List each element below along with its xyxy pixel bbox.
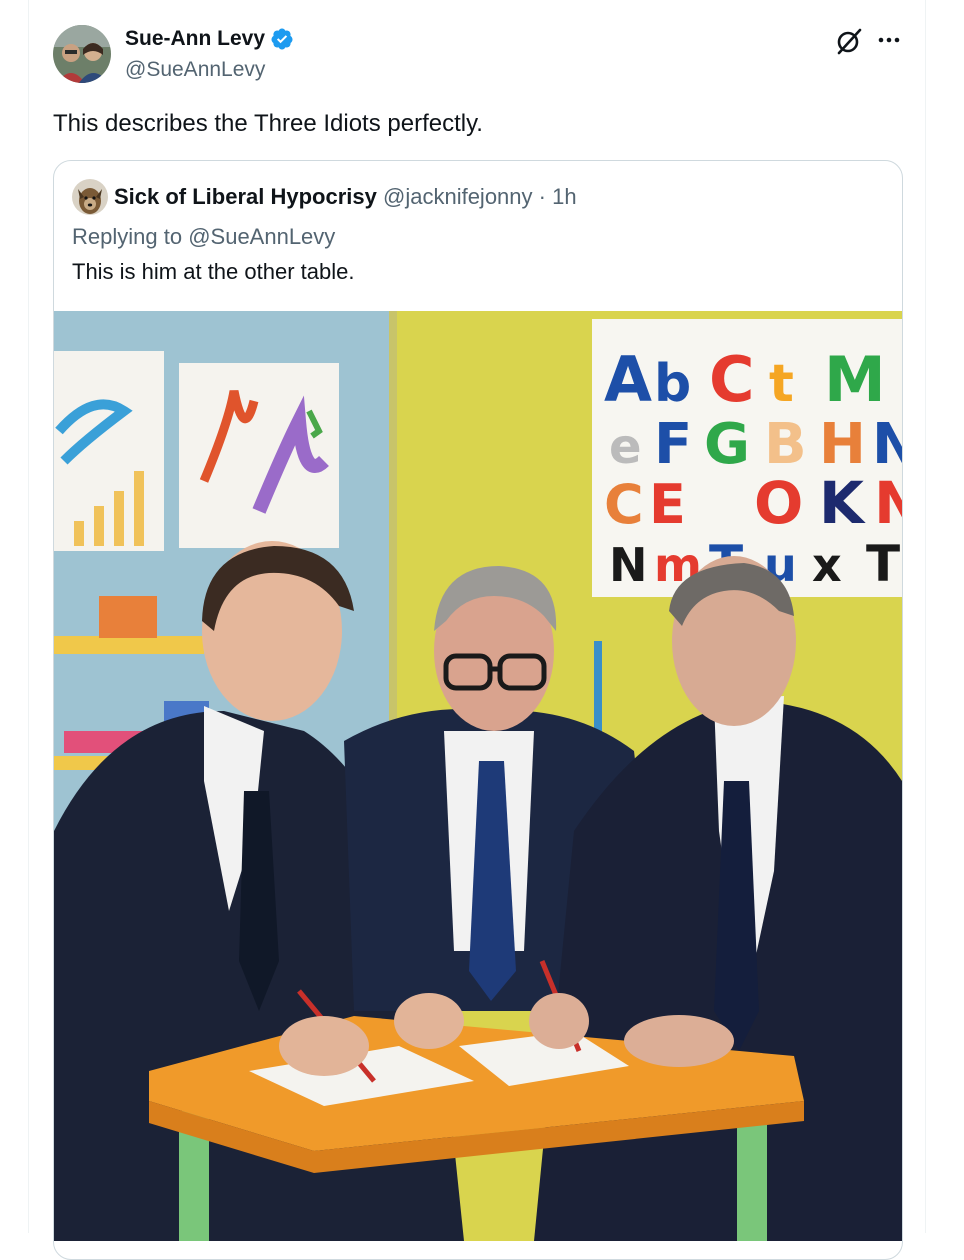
quote-time[interactable]: 1h <box>552 184 576 209</box>
poster-letter: x <box>812 538 842 592</box>
author-name-row: Sue-Ann Levy <box>125 27 294 51</box>
poster-letter: H <box>819 412 866 477</box>
quote-text: This is him at the other table. <box>72 259 355 284</box>
poster-letter: N <box>872 412 902 477</box>
author-handle[interactable]: @SueAnnLevy <box>125 58 265 82</box>
poster-letter: K <box>819 469 866 537</box>
poster-letter: A <box>604 343 652 416</box>
poster-letter: C <box>604 473 644 536</box>
wall-drawing-right <box>179 363 339 548</box>
quote-image[interactable]: A b C t M e F G B H N C E O K N N m T u … <box>54 311 902 1241</box>
poster-letter: t <box>769 354 794 414</box>
poster-letter: E <box>649 473 686 536</box>
wall-drawing-left <box>54 351 164 551</box>
author-avatar[interactable] <box>53 25 111 83</box>
poster-letter: F <box>654 412 692 477</box>
poster-letter: C <box>709 343 755 416</box>
author-display-name[interactable]: Sue-Ann Levy <box>125 27 265 51</box>
quote-separator: · <box>538 184 546 209</box>
poster-letter: e <box>609 419 642 475</box>
replying-to: Replying to @SueAnnLevy <box>72 224 335 250</box>
grok-icon[interactable] <box>835 27 863 55</box>
replying-prefix: Replying to <box>72 224 183 249</box>
quote-header: Sick of Liberal Hypocrisy @jacknifejonny… <box>114 184 577 210</box>
quote-display-name[interactable]: Sick of Liberal Hypocrisy <box>114 184 377 209</box>
poster-letter: b <box>654 354 691 414</box>
quoted-tweet[interactable]: Sick of Liberal Hypocrisy @jacknifejonny… <box>53 160 903 1260</box>
alphabet-poster: A b C t M e F G B H N C E O K N N m T u … <box>592 319 902 597</box>
poster-letter: N <box>874 469 902 537</box>
more-icon[interactable] <box>876 30 902 50</box>
quote-handle[interactable]: @jacknifejonny <box>383 184 533 209</box>
poster-letter: T <box>866 535 900 593</box>
poster-letter: O <box>754 469 803 537</box>
verified-badge-icon <box>271 28 293 50</box>
poster-letter: N <box>609 538 648 592</box>
poster-letter: B <box>764 412 807 477</box>
replying-handle-link[interactable]: @SueAnnLevy <box>188 224 335 249</box>
tweet-text: This describes the Three Idiots perfectl… <box>53 110 483 137</box>
poster-letter: G <box>704 412 750 477</box>
poster-letter: M <box>824 343 886 416</box>
quote-author-avatar[interactable] <box>72 179 108 215</box>
